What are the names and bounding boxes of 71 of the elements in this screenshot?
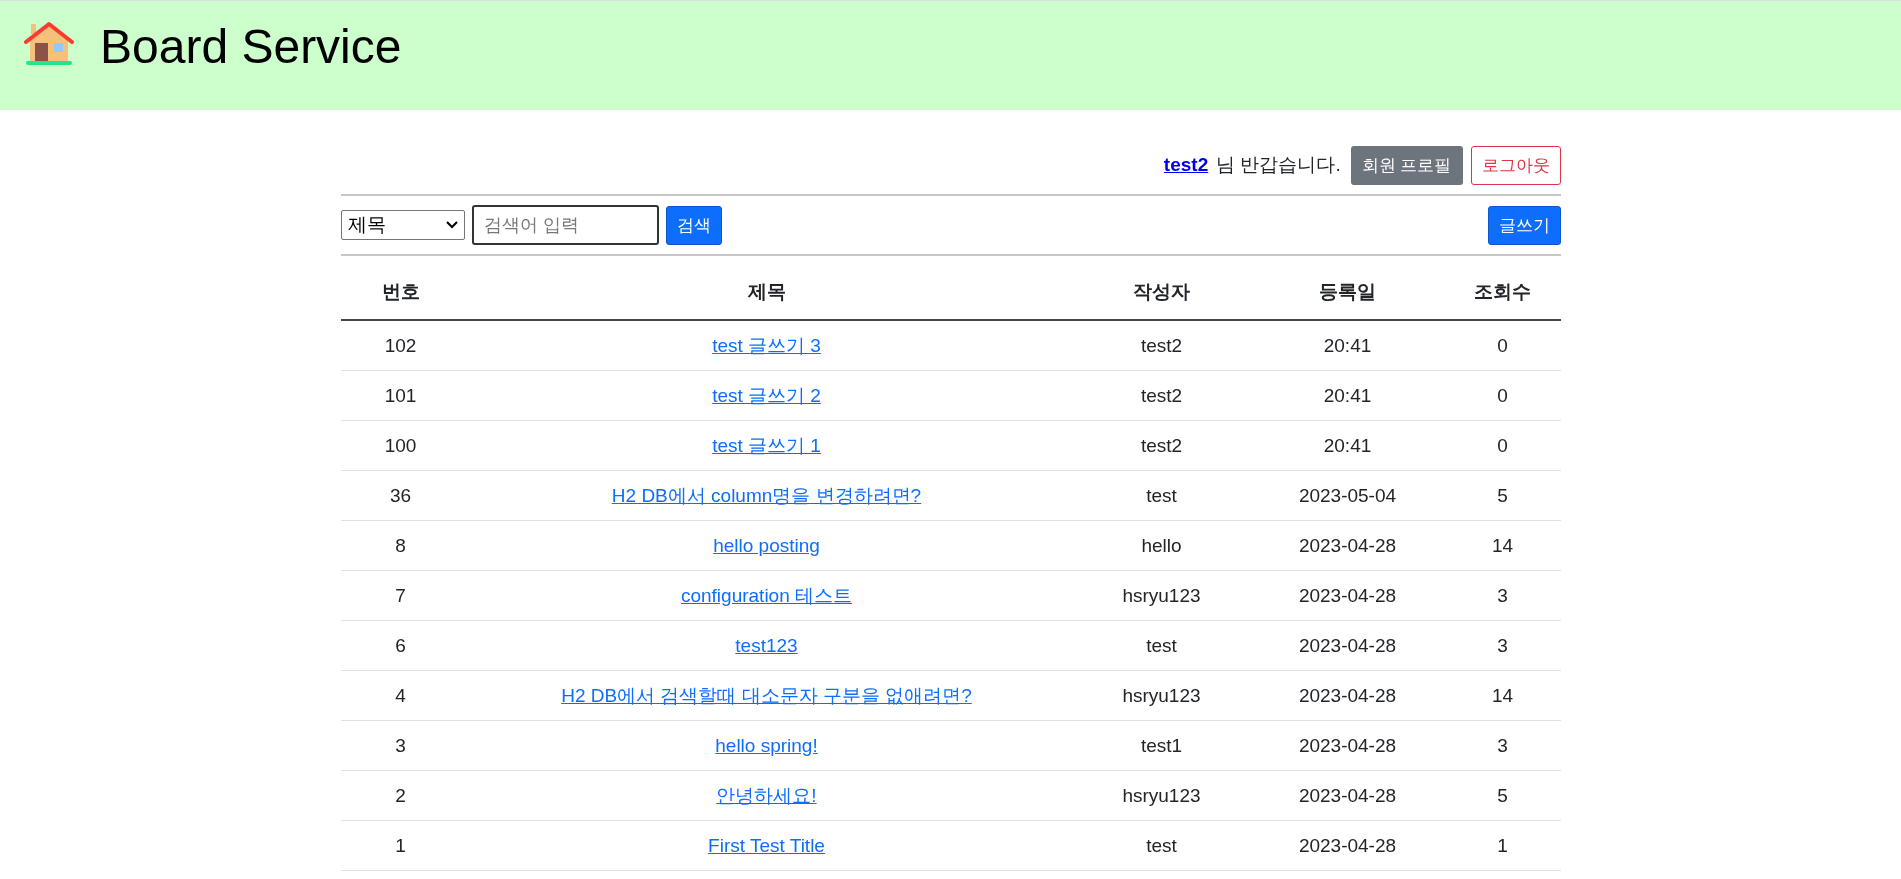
table-cell: hsryu123 [1072,770,1251,821]
column-header: 조회수 [1444,265,1561,320]
column-header: 번호 [340,265,461,320]
table-cell: test2 [1072,420,1251,471]
table-cell: 2023-05-04 [1250,470,1445,521]
username-link[interactable]: test2 [1163,154,1209,176]
post-title-link[interactable]: H2 DB에서 column명을 변경하려면? [611,484,922,506]
table-cell: test1 [1072,720,1251,771]
table-cell: 8 [340,520,461,571]
search-button[interactable]: 검색 [665,205,722,245]
search-type-select[interactable]: 제목 [340,210,465,240]
table-cell: 2 [340,770,461,821]
table-cell: test2 [1072,320,1251,371]
post-title-link[interactable]: test 글쓰기 1 [712,434,821,456]
table-cell: 20:41 [1250,320,1445,371]
chevron-down-icon [445,221,458,229]
table-cell: 6 [340,620,461,671]
table-cell: 101 [340,370,461,421]
table-cell: 4 [340,670,461,721]
table-cell: 2023-04-28 [1250,770,1445,821]
table-cell: 2023-04-28 [1250,570,1445,621]
table-cell: 2023-04-28 [1250,720,1445,771]
post-title-link[interactable]: configuration 테스트 [680,584,853,606]
table-cell: 2023-04-28 [1250,820,1445,871]
table-cell: 20:41 [1250,420,1445,471]
site-title: Board Service [100,19,402,75]
table-cell: 5 [1444,470,1561,521]
column-header: 제목 [460,265,1073,320]
table-cell: test2 [1072,370,1251,421]
table-cell: 3 [340,720,461,771]
house-icon [24,21,74,67]
column-header: 등록일 [1250,265,1445,320]
table-cell: test [1072,820,1251,871]
table-cell: 14 [1444,520,1561,571]
post-title-link[interactable]: test 글쓰기 2 [712,384,821,406]
greeting-text: 님 반갑습니다. [1216,153,1341,177]
table-cell: 3 [1444,620,1561,671]
table-cell: 7 [340,570,461,621]
profile-button[interactable]: 회원 프로필 [1350,145,1463,185]
table-cell: 14 [1444,670,1561,721]
table-cell: 5 [1444,770,1561,821]
post-title-link[interactable]: hello posting [713,534,820,556]
table-cell: hello [1072,520,1251,571]
post-title-link[interactable]: 안녕하세요! [716,784,817,806]
table-cell: 20:41 [1250,370,1445,421]
table-cell: 1 [340,820,461,871]
post-title-link[interactable]: test123 [735,634,798,656]
table-cell: hsryu123 [1072,570,1251,621]
post-title-link[interactable]: hello spring! [715,734,818,756]
table-cell: 2023-04-28 [1250,520,1445,571]
table-cell: 102 [340,320,461,371]
table-cell: hsryu123 [1072,670,1251,721]
table-cell: 0 [1444,370,1561,421]
table-cell: 0 [1444,420,1561,471]
table-cell: 2023-04-28 [1250,670,1445,721]
table-cell: test [1072,470,1251,521]
table-cell: 3 [1444,720,1561,771]
table-cell: 36 [340,470,461,521]
post-title-link[interactable]: H2 DB에서 검색할때 대소문자 구분을 없애려면? [561,684,972,706]
table-cell: 0 [1444,320,1561,371]
logout-button[interactable]: 로그아웃 [1470,145,1561,185]
column-header: 작성자 [1072,265,1251,320]
table-cell: 3 [1444,570,1561,621]
table-cell: 2023-04-28 [1250,620,1445,671]
table-cell: 100 [340,420,461,471]
write-button[interactable]: 글쓰기 [1487,205,1561,245]
search-input[interactable]: 검색어 입력 [471,205,659,245]
post-title-link[interactable]: test 글쓰기 3 [712,334,821,356]
table-cell: test [1072,620,1251,671]
post-title-link[interactable]: First Test Title [708,834,825,856]
table-cell: 1 [1444,820,1561,871]
